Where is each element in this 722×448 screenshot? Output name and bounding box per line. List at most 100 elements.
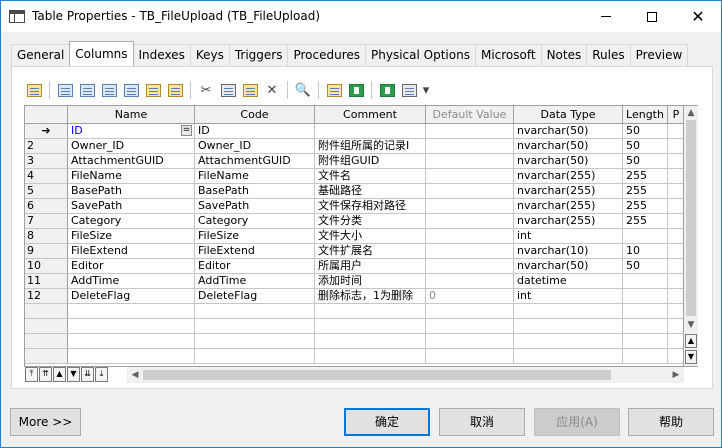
cell-comment[interactable]: 文件名 [315, 169, 426, 184]
cell-type[interactable]: nvarchar(50) [514, 259, 623, 274]
vertical-scrollbar[interactable]: ▲ ▼ ▲ ▼ [684, 105, 698, 367]
minimize-button[interactable] [583, 1, 629, 32]
table-row[interactable] [25, 304, 683, 319]
cell-name[interactable]: FileExtend [68, 244, 195, 259]
cell-type[interactable]: nvarchar(255) [514, 184, 623, 199]
print-dropdown-button[interactable]: ▾ [420, 80, 432, 100]
cell-type[interactable]: nvarchar(10) [514, 244, 623, 259]
cell-length[interactable] [623, 334, 668, 349]
cell-code[interactable]: Owner_ID [195, 139, 315, 154]
cell-name[interactable] [68, 334, 195, 349]
cell-primary[interactable] [668, 319, 683, 334]
column-header-name[interactable]: Name [68, 106, 195, 124]
cell-type[interactable] [514, 319, 623, 334]
filter-button[interactable] [323, 80, 345, 100]
move-down-button[interactable]: ▼ [685, 350, 697, 364]
row-number[interactable]: ➜ [25, 124, 68, 139]
tab-notes[interactable]: Notes [540, 44, 588, 66]
column-header-length[interactable]: Length [623, 106, 668, 124]
cell-default[interactable] [426, 199, 514, 214]
cell-name[interactable]: Category [68, 214, 195, 229]
row-number[interactable]: 2 [25, 139, 68, 154]
cell-name[interactable]: BasePath [68, 184, 195, 199]
cell-type[interactable]: datetime [514, 274, 623, 289]
cell-primary[interactable] [668, 169, 683, 184]
cell-comment[interactable] [315, 319, 426, 334]
cell-comment[interactable]: 删除标志，1为删除 [315, 289, 426, 304]
cell-name[interactable]: AddTime [68, 274, 195, 289]
cell-default[interactable] [426, 139, 514, 154]
move-down-button[interactable]: ▼ [67, 367, 80, 382]
table-row[interactable] [25, 334, 683, 349]
cell-primary[interactable] [668, 289, 683, 304]
cell-length[interactable]: 50 [623, 259, 668, 274]
cell-length[interactable] [623, 349, 668, 364]
row-number[interactable]: 7 [25, 214, 68, 229]
cell-primary[interactable] [668, 139, 683, 154]
cell-type[interactable]: nvarchar(255) [514, 169, 623, 184]
cell-primary[interactable] [668, 229, 683, 244]
cell-comment[interactable] [315, 334, 426, 349]
table-row[interactable]: 6 SavePath SavePath 文件保存相对路径 nvarchar(255) 25… [25, 199, 683, 214]
cell-length[interactable]: 255 [623, 169, 668, 184]
cell-name[interactable] [68, 349, 195, 364]
close-button[interactable]: ✕ [675, 1, 721, 32]
tab-physical-options[interactable]: Physical Options [365, 44, 476, 66]
row-number[interactable]: 6 [25, 199, 68, 214]
cell-comment[interactable]: 添加时间 [315, 274, 426, 289]
cell-length[interactable]: 255 [623, 199, 668, 214]
move-page-down-button[interactable]: ⇊ [81, 367, 94, 382]
cell-default[interactable] [426, 259, 514, 274]
cell-code[interactable] [195, 334, 315, 349]
move-page-up-button[interactable]: ⇈ [39, 367, 52, 382]
cell-code[interactable]: SavePath [195, 199, 315, 214]
horizontal-scrollbar[interactable]: ◀ ▶ [127, 367, 684, 383]
insert-row-button[interactable] [76, 80, 98, 100]
cancel-button[interactable]: 取消 [439, 408, 525, 436]
table-row[interactable]: 5 BasePath BasePath 基础路径 nvarchar(255) 255 [25, 184, 683, 199]
apply-button[interactable]: 应用(A) [534, 408, 620, 436]
cell-comment[interactable] [315, 349, 426, 364]
row-number[interactable]: 10 [25, 259, 68, 274]
cell-primary[interactable] [668, 349, 683, 364]
cell-comment[interactable] [315, 124, 426, 139]
row-number[interactable] [25, 304, 68, 319]
table-row[interactable]: 10 Editor Editor 所属用户 nvarchar(50) 50 [25, 259, 683, 274]
print-button[interactable] [398, 80, 420, 100]
move-up-button[interactable]: ▲ [53, 367, 66, 382]
cell-code[interactable]: BasePath [195, 184, 315, 199]
cell-comment[interactable]: 文件分类 [315, 214, 426, 229]
column-header-default-value[interactable]: Default Value [426, 106, 514, 124]
cell-name-value[interactable]: ID [71, 124, 83, 137]
cell-code[interactable] [195, 319, 315, 334]
column-header-code[interactable]: Code [195, 106, 315, 124]
cell-type[interactable]: int [514, 289, 623, 304]
cell-default[interactable] [426, 229, 514, 244]
row-number[interactable]: 4 [25, 169, 68, 184]
cell-default[interactable] [426, 169, 514, 184]
find-button[interactable]: 🔍 [292, 80, 314, 100]
cell-type[interactable]: nvarchar(255) [514, 214, 623, 229]
cell-length[interactable]: 255 [623, 214, 668, 229]
cell-default[interactable] [426, 349, 514, 364]
cell-name[interactable]: FileName [68, 169, 195, 184]
cell-length[interactable]: 10 [623, 244, 668, 259]
cell-default[interactable] [426, 154, 514, 169]
table-row[interactable]: ➜ ID = ID nvarchar(50) 50 [25, 124, 683, 139]
horizontal-scroll-thumb[interactable] [143, 370, 611, 380]
ok-button[interactable]: 确定 [344, 408, 430, 436]
domain-button[interactable] [142, 80, 164, 100]
cell-name[interactable]: Editor [68, 259, 195, 274]
name-code-sync-button[interactable]: = [181, 125, 192, 136]
row-number[interactable] [25, 334, 68, 349]
cell-default[interactable] [426, 244, 514, 259]
export-excel-button[interactable] [376, 80, 398, 100]
cell-code[interactable] [195, 304, 315, 319]
row-number[interactable]: 11 [25, 274, 68, 289]
column-header-comment[interactable]: Comment [315, 106, 426, 124]
cell-type[interactable]: nvarchar(50) [514, 154, 623, 169]
cell-primary[interactable] [668, 214, 683, 229]
cell-comment[interactable]: 文件大小 [315, 229, 426, 244]
cell-name[interactable]: Owner_ID [68, 139, 195, 154]
cell-length[interactable]: 255 [623, 184, 668, 199]
